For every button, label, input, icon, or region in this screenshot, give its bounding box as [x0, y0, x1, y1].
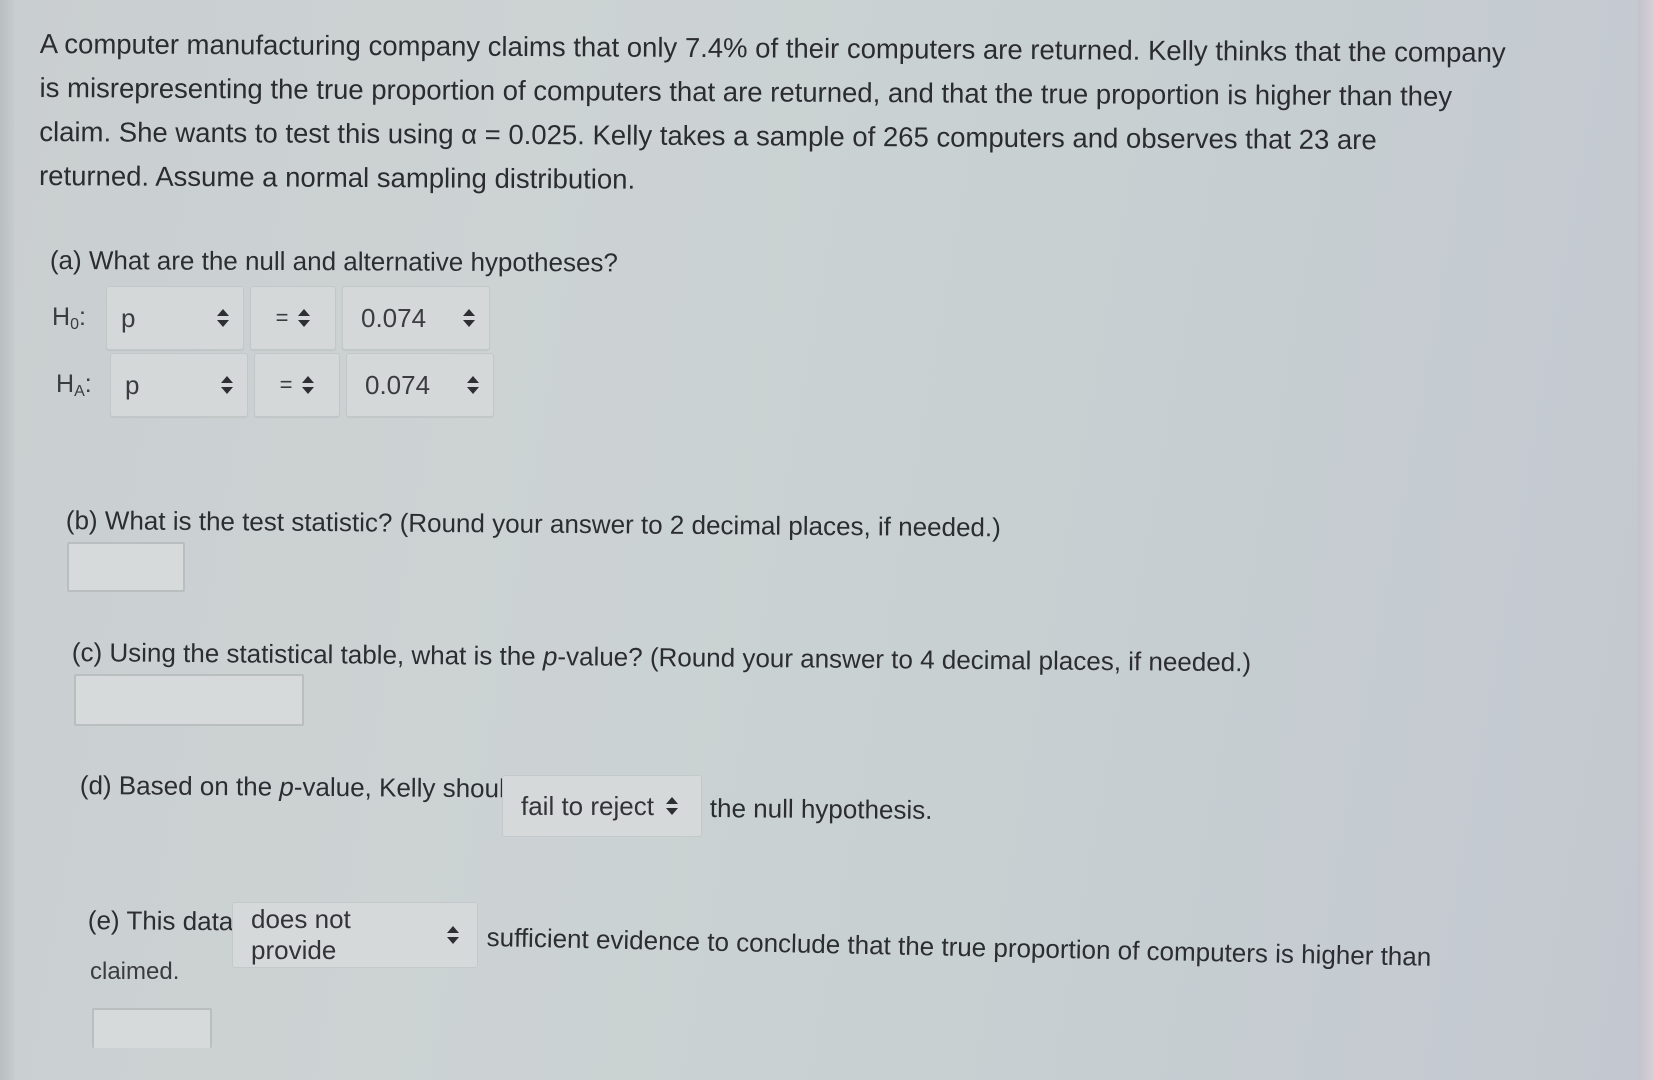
- part-d-suffix: the null hypothesis.: [709, 793, 933, 825]
- question-text: -value, Kelly should: [293, 771, 520, 804]
- question-text: (d) Based on the: [79, 770, 280, 802]
- null-value-select[interactable]: 0.074: [342, 286, 490, 350]
- part-b-question: (b) What is the test statistic? (Round y…: [65, 505, 1001, 543]
- up-down-arrows-icon: [298, 309, 311, 327]
- up-down-arrows-icon: [221, 376, 233, 394]
- up-down-arrows-icon: [302, 376, 315, 394]
- part-a-question: (a) What are the null and alternative hy…: [49, 245, 619, 278]
- part-d-question: (d) Based on the p-value, Kelly should: [80, 770, 520, 804]
- selected-value: 0.074: [361, 302, 427, 333]
- alternative-value-select[interactable]: 0.074: [346, 353, 494, 417]
- alternative-operator-select[interactable]: =: [254, 353, 340, 417]
- selected-value: does not provide: [251, 904, 351, 965]
- label-h: H: [52, 302, 71, 331]
- up-down-arrows-icon: [467, 376, 479, 394]
- problem-statement: A computer manufacturing company claims …: [39, 22, 1640, 208]
- alternative-hypothesis-label: HA:: [56, 370, 110, 401]
- question-text: (c) Using the statistical table, what is…: [71, 637, 544, 672]
- alternative-parameter-select[interactable]: p: [110, 353, 248, 417]
- null-hypothesis-row: H0: p = 0.074: [52, 286, 496, 350]
- test-statistic-input[interactable]: [67, 542, 185, 592]
- selected-value: p: [121, 302, 136, 333]
- label-colon: :: [84, 369, 92, 398]
- alternative-hypothesis-row: HA: p = 0.074: [56, 353, 500, 417]
- selected-value: =: [275, 305, 289, 330]
- question-text: -value? (Round your answer to 4 decimal …: [557, 641, 1252, 678]
- label-subscript: A: [74, 382, 85, 400]
- selected-value: p: [125, 369, 140, 400]
- question-page: A computer manufacturing company claims …: [0, 0, 1654, 1080]
- null-operator-select[interactable]: =: [250, 286, 336, 350]
- label-h: H: [56, 369, 75, 398]
- evidence-select[interactable]: does not provide: [232, 902, 478, 968]
- up-down-arrows-icon: [463, 309, 475, 327]
- part-e-continuation: claimed.: [90, 958, 180, 985]
- up-down-arrows-icon: [665, 797, 678, 815]
- selected-value: 0.074: [365, 369, 431, 400]
- part-c-question: (c) Using the statistical table, what is…: [71, 637, 1252, 678]
- question-italic-p: p: [279, 771, 294, 802]
- decision-select[interactable]: fail to reject: [502, 775, 702, 837]
- p-value-input[interactable]: [74, 674, 304, 726]
- next-answer-input[interactable]: [92, 1008, 212, 1048]
- part-e-question: (e) This data: [87, 905, 234, 937]
- null-hypothesis-label: H0:: [52, 303, 106, 334]
- selected-value: fail to reject: [521, 790, 654, 821]
- part-e-suffix: sufficient evidence to conclude that the…: [486, 922, 1432, 972]
- problem-line: returned. Assume a normal sampling distr…: [38, 159, 636, 195]
- up-down-arrows-icon: [447, 926, 459, 944]
- question-italic-p: p: [542, 641, 558, 672]
- null-parameter-select[interactable]: p: [106, 286, 244, 350]
- selected-value: =: [279, 372, 293, 397]
- label-subscript: 0: [70, 315, 79, 333]
- label-colon: :: [78, 302, 86, 331]
- up-down-arrows-icon: [217, 309, 229, 327]
